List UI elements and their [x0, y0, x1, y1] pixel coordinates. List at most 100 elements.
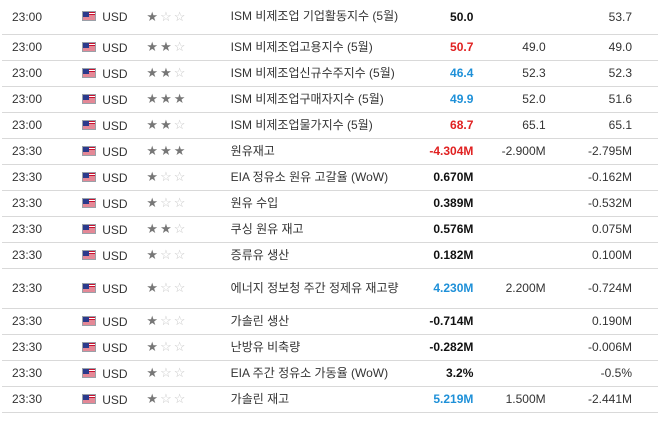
event-time: 23:30	[12, 366, 43, 380]
table-row[interactable]: 23:30 USD ★ ☆ ☆ 난방유 비축량 -0.282M -0.006M	[2, 334, 658, 360]
us-flag-icon	[82, 282, 97, 293]
event-name-link[interactable]: 난방유 비축량	[227, 334, 406, 360]
table-row[interactable]: 23:30 USD ★ ☆ ☆ 원유 수입 0.389M -0.532M	[2, 190, 658, 216]
table-row[interactable]: 23:30 USD ★ ★ ☆ 쿠싱 원유 재고 0.576M 0.075M	[2, 216, 658, 242]
star-filled-icon: ★	[146, 65, 159, 80]
star-filled-icon: ★	[146, 365, 159, 380]
currency-cell: USD	[78, 334, 142, 360]
currency-cell: USD	[78, 86, 142, 112]
table-row[interactable]: 23:00 USD ★ ★ ★ ISM 비제조업구매자지수 (5월) 49.9 52.0 51.…	[2, 86, 658, 112]
forecast-value	[477, 308, 549, 334]
calendar-table: 23:00 USD ★ ☆ ☆ ISM 비제조업 기업활동지수 (5월) 50.0 53.7 2…	[2, 0, 658, 413]
importance-rating: ★ ☆ ☆	[142, 386, 226, 412]
event-name-link[interactable]: ISM 비제조업고용지수 (5월)	[227, 34, 406, 60]
star-empty-icon: ☆	[160, 247, 172, 262]
star-empty-icon: ☆	[173, 313, 186, 328]
table-row[interactable]: 23:00 USD ★ ★ ☆ ISM 비제조업신규수주지수 (5월) 46.4 52.3 52…	[2, 60, 658, 86]
currency-label: USD	[102, 10, 128, 25]
star-empty-icon: ☆	[173, 391, 186, 406]
table-row[interactable]: 23:00 USD ★ ★ ☆ ISM 비제조업고용지수 (5월) 50.7 49.0 49.0	[2, 34, 658, 60]
event-name-link[interactable]: 원유재고	[227, 138, 406, 164]
forecast-value	[477, 242, 549, 268]
currency-label: USD	[102, 392, 128, 407]
economic-calendar: 23:00 USD ★ ☆ ☆ ISM 비제조업 기업활동지수 (5월) 50.0 53.7 2…	[0, 0, 660, 435]
currency-cell: USD	[78, 268, 142, 308]
forecast-value	[477, 0, 549, 34]
previous-value: 0.100M	[591, 248, 632, 262]
us-flag-icon	[82, 67, 97, 78]
star-filled-icon: ★	[160, 143, 172, 158]
event-name-link[interactable]: ISM 비제조업신규수주지수 (5월)	[227, 60, 406, 86]
event-time: 23:00	[12, 92, 43, 106]
event-name-link[interactable]: 가솔린 생산	[227, 308, 406, 334]
event-name-link[interactable]: 원유 수입	[227, 190, 406, 216]
table-row[interactable]: 23:30 USD ★ ☆ ☆ 가솔린 생산 -0.714M 0.190M	[2, 308, 658, 334]
star-filled-icon: ★	[160, 117, 172, 132]
event-name-link[interactable]: 증류유 생산	[227, 242, 406, 268]
star-filled-icon: ★	[173, 91, 186, 106]
table-row[interactable]: 23:30 USD ★ ★ ★ 원유재고 -4.304M -2.900M -2.795M	[2, 138, 658, 164]
star-filled-icon: ★	[146, 39, 159, 54]
previous-value: -0.006M	[587, 340, 632, 354]
previous-value: -2.441M	[587, 392, 632, 406]
previous-value: 51.6	[608, 92, 632, 106]
actual-value: 46.4	[450, 66, 474, 80]
importance-rating: ★ ☆ ☆	[142, 0, 226, 34]
currency-cell: USD	[78, 242, 142, 268]
currency-cell: USD	[78, 138, 142, 164]
currency-cell: USD	[78, 308, 142, 334]
us-flag-icon	[82, 93, 97, 104]
event-time: 23:00	[12, 66, 43, 80]
previous-value: 0.075M	[591, 222, 632, 236]
currency-label: USD	[102, 248, 128, 263]
event-name-link[interactable]: ISM 비제조업 기업활동지수 (5월)	[227, 0, 406, 34]
table-row[interactable]: 23:30 USD ★ ☆ ☆ 가솔린 재고 5.219M 1.500M -2.441M	[2, 386, 658, 412]
star-filled-icon: ★	[160, 65, 172, 80]
star-filled-icon: ★	[146, 143, 159, 158]
currency-label: USD	[102, 66, 128, 81]
event-name-link[interactable]: 가솔린 재고	[227, 386, 406, 412]
currency-cell: USD	[78, 386, 142, 412]
star-filled-icon: ★	[160, 91, 172, 106]
importance-rating: ★ ☆ ☆	[142, 308, 226, 334]
actual-value: 5.219M	[433, 392, 474, 406]
star-empty-icon: ☆	[173, 39, 186, 54]
previous-value: 65.1	[608, 118, 632, 132]
previous-value: -2.795M	[587, 144, 632, 158]
actual-value: 49.9	[450, 92, 474, 106]
currency-cell: USD	[78, 190, 142, 216]
star-empty-icon: ☆	[173, 65, 186, 80]
currency-label: USD	[102, 314, 128, 329]
event-time: 23:00	[12, 40, 43, 54]
us-flag-icon	[82, 171, 97, 182]
previous-value: 49.0	[608, 40, 632, 54]
previous-value: -0.532M	[587, 196, 632, 210]
table-row[interactable]: 23:00 USD ★ ★ ☆ ISM 비제조업물가지수 (5월) 68.7 65.1 65.1	[2, 112, 658, 138]
forecast-value: 52.0	[522, 92, 546, 106]
event-name-link[interactable]: 에너지 정보청 주간 정제유 재고량	[227, 268, 406, 308]
star-filled-icon: ★	[173, 143, 186, 158]
star-empty-icon: ☆	[160, 391, 172, 406]
actual-value: 4.230M	[433, 281, 474, 295]
actual-value: 0.389M	[433, 196, 474, 210]
table-row[interactable]: 23:30 USD ★ ☆ ☆ EIA 정유소 원유 고갈율 (WoW) 0.670M -0.…	[2, 164, 658, 190]
previous-value: -0.162M	[587, 170, 632, 184]
event-name-link[interactable]: 쿠싱 원유 재고	[227, 216, 406, 242]
event-name-link[interactable]: EIA 정유소 원유 고갈율 (WoW)	[227, 164, 406, 190]
actual-value: 0.670M	[433, 170, 474, 184]
star-empty-icon: ☆	[173, 169, 186, 184]
currency-cell: USD	[78, 216, 142, 242]
table-row[interactable]: 23:30 USD ★ ☆ ☆ EIA 주간 정유소 가동율 (WoW) 3.2% -0.5%	[2, 360, 658, 386]
event-name-link[interactable]: EIA 주간 정유소 가동율 (WoW)	[227, 360, 406, 386]
table-row[interactable]: 23:00 USD ★ ☆ ☆ ISM 비제조업 기업활동지수 (5월) 50.0 53.7	[2, 0, 658, 34]
event-name-link[interactable]: ISM 비제조업물가지수 (5월)	[227, 112, 406, 138]
actual-value: 50.7	[450, 40, 474, 54]
table-row[interactable]: 23:30 USD ★ ☆ ☆ 증류유 생산 0.182M 0.100M	[2, 242, 658, 268]
star-filled-icon: ★	[146, 8, 159, 24]
star-filled-icon: ★	[160, 221, 172, 236]
star-empty-icon: ☆	[160, 313, 172, 328]
table-row[interactable]: 23:30 USD ★ ☆ ☆ 에너지 정보청 주간 정제유 재고량 4.230M 2.200…	[2, 268, 658, 308]
event-name-link[interactable]: ISM 비제조업구매자지수 (5월)	[227, 86, 406, 112]
us-flag-icon	[82, 119, 97, 130]
currency-label: USD	[102, 196, 128, 211]
